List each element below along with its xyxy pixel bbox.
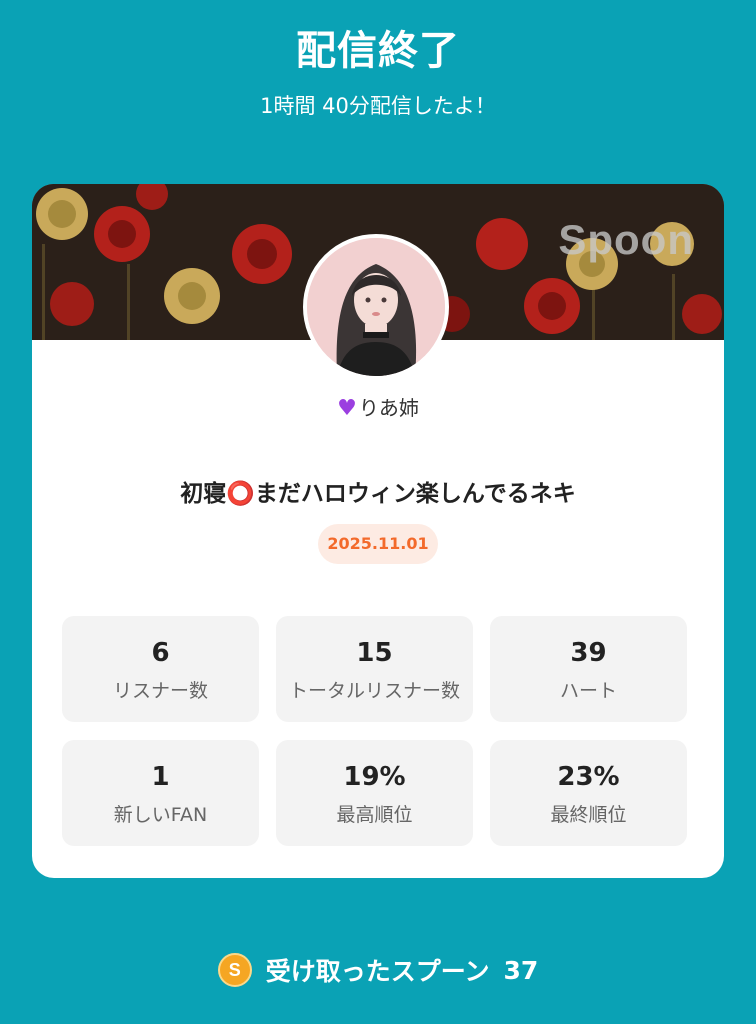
- stat-label: トータルリスナー数: [288, 680, 460, 702]
- stat-hearts: 39 ハート: [490, 616, 687, 722]
- stat-listeners: 6 リスナー数: [62, 616, 259, 722]
- stat-label: 新しいFAN: [113, 804, 208, 826]
- stat-new-fans: 1 新しいFAN: [62, 740, 259, 846]
- spoons-received: S 受け取ったスプーン 37: [0, 952, 756, 988]
- spoon-logo: Spoon: [558, 216, 694, 263]
- page-title: 配信終了: [296, 28, 460, 74]
- host-name[interactable]: ♥ りあ姉: [32, 392, 724, 421]
- stream-title: 初寝⭕️まだハロウィン楽しんでるネキ: [180, 481, 576, 507]
- stat-final-rank: 23% 最終順位: [490, 740, 687, 846]
- stat-value: 39: [570, 638, 607, 668]
- host-avatar[interactable]: [303, 234, 449, 380]
- stat-value: 19%: [343, 762, 406, 792]
- host-name-text: りあ姉: [358, 396, 419, 420]
- stat-value: 1: [151, 762, 170, 792]
- stat-value: 23%: [557, 762, 620, 792]
- stat-value: 15: [356, 638, 393, 668]
- spoon-coin-icon: S: [217, 953, 252, 987]
- purple-heart-icon: ♥: [337, 396, 357, 421]
- stat-label: 最終順位: [550, 804, 627, 826]
- avatar-illustration: [307, 238, 445, 376]
- stream-duration: 1時間 40分配信したよ！: [260, 94, 496, 118]
- stat-total-listeners: 15 トータルリスナー数: [276, 616, 473, 722]
- spoons-received-label: 受け取ったスプーン: [265, 957, 490, 986]
- date-badge: 2025.11.01: [318, 524, 438, 564]
- stat-label: リスナー数: [112, 680, 208, 702]
- spoons-received-count: 37: [503, 955, 539, 985]
- stat-value: 6: [151, 638, 170, 668]
- summary-card: Spoon ♥ りあ姉 初寝⭕️まだハロウィン楽しんでるネキ 2025.11.01…: [32, 184, 724, 878]
- stat-label: 最高順位: [336, 804, 413, 826]
- stat-label: ハート: [559, 680, 617, 702]
- stat-best-rank: 19% 最高順位: [276, 740, 473, 846]
